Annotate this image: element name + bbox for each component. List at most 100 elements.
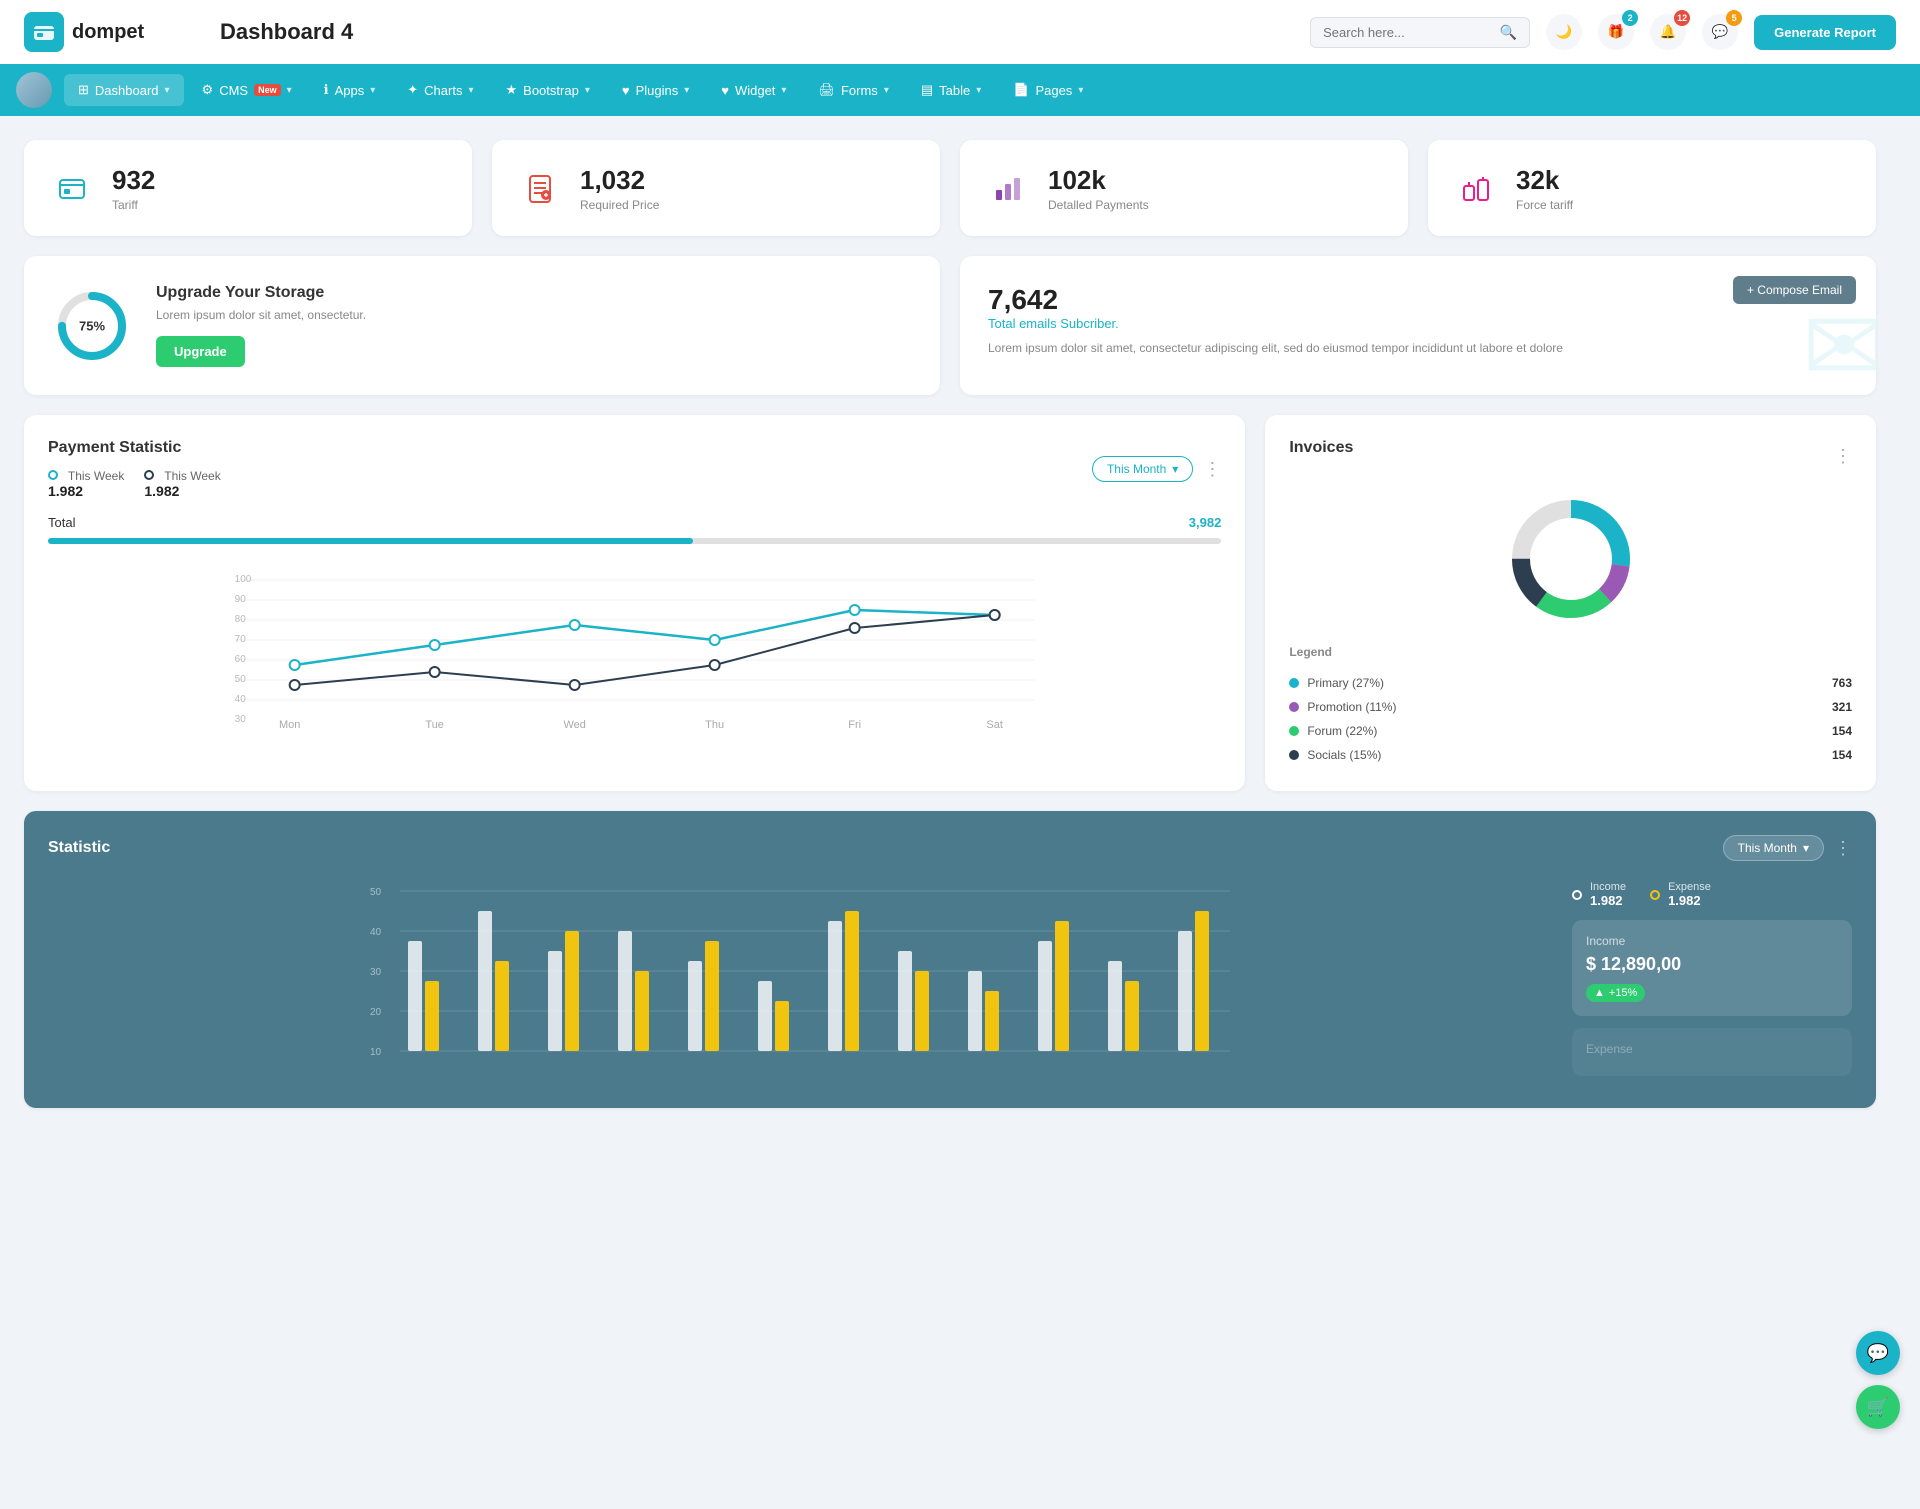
statistic-header: Statistic This Month ▾ ⋮ [48, 835, 1852, 861]
this-month-button[interactable]: This Month ▾ [1092, 456, 1193, 482]
nav-label-bootstrap: Bootstrap [523, 83, 579, 98]
chart-grid: 100 90 80 70 60 50 40 30 [48, 560, 1221, 733]
svg-text:20: 20 [370, 1007, 382, 1018]
action-button[interactable]: 🛒 [1856, 1385, 1900, 1429]
invoice-item-socials: Socials (15%) 154 [1289, 743, 1852, 767]
force-icon [1452, 164, 1500, 212]
svg-text:50: 50 [235, 674, 247, 685]
storage-info: Upgrade Your Storage Lorem ipsum dolor s… [156, 284, 366, 367]
stat-info-payments: 102k Detalled Payments [1048, 165, 1149, 212]
nav-item-dashboard[interactable]: ⊞ Dashboard ▾ [64, 74, 184, 106]
price-number: 1,032 [580, 165, 659, 196]
bell-button[interactable]: 🔔 12 [1650, 14, 1686, 50]
income-item: Income 1.982 [1572, 881, 1626, 908]
generate-report-button[interactable]: Generate Report [1754, 15, 1896, 50]
moon-button[interactable]: 🌙 [1546, 14, 1582, 50]
invoice-item-promotion: Promotion (11%) 321 [1289, 695, 1852, 719]
svg-text:Sat: Sat [986, 719, 1003, 730]
svg-text:10: 10 [370, 1047, 382, 1058]
storage-description: Lorem ipsum dolor sit amet, onsectetur. [156, 308, 366, 322]
gift-button[interactable]: 🎁 2 [1598, 14, 1634, 50]
nav-item-charts[interactable]: ✦ Charts ▾ [393, 74, 487, 106]
primary-label: Primary (27%) [1307, 676, 1384, 690]
stat-cards: 932 Tariff 1,032 Required Price [24, 140, 1876, 236]
invoices-title: Invoices [1289, 439, 1353, 457]
nav-item-pages[interactable]: 📄 Pages ▾ [999, 74, 1097, 106]
invoices-more-icon[interactable]: ⋮ [1834, 446, 1852, 467]
more-options-icon[interactable]: ⋮ [1203, 459, 1221, 480]
chevron-down-icon-10: ▾ [1078, 85, 1083, 96]
storage-donut: 75% [52, 286, 132, 366]
income-expense-row: Income 1.982 Expense 1.982 [1572, 881, 1852, 908]
cms-icon: ⚙ [202, 82, 214, 98]
tariff-icon [48, 164, 96, 212]
invoice-item-forum: Forum (22%) 154 [1289, 719, 1852, 743]
chevron-down-icon-filter: ▾ [1172, 462, 1178, 476]
income-badge: ▲ +15% [1586, 984, 1645, 1002]
email-description: Lorem ipsum dolor sit amet, consectetur … [988, 339, 1848, 357]
logo-text: dompet [72, 21, 144, 44]
nav-item-bootstrap[interactable]: ★ Bootstrap ▾ [492, 74, 604, 106]
statistic-title: Statistic [48, 839, 110, 857]
chevron-down-icon-4: ▾ [468, 85, 473, 96]
payment-header: Payment Statistic This Week 1.982 This W… [48, 439, 1221, 499]
arrow-up-icon: ▲ [1594, 987, 1605, 999]
statistic-body: 50 40 30 20 10 [48, 881, 1852, 1084]
stat-info-price: 1,032 Required Price [580, 165, 659, 212]
statistic-more-icon[interactable]: ⋮ [1834, 838, 1852, 859]
svg-text:Fri: Fri [848, 719, 861, 730]
nav-item-widget[interactable]: ♥ Widget ▾ [707, 75, 800, 106]
chevron-down-icon-2: ▾ [287, 85, 292, 96]
upgrade-button[interactable]: Upgrade [156, 336, 245, 367]
stat-card-payments: 102k Detalled Payments [960, 140, 1408, 236]
email-envelope-icon: ✉ [1802, 288, 1876, 395]
invoice-item-primary: Primary (27%) 763 [1289, 671, 1852, 695]
stat-info-tariff: 932 Tariff [112, 165, 155, 212]
forum-label: Forum (22%) [1307, 724, 1377, 738]
socials-value: 154 [1832, 748, 1852, 762]
legend-label-2: This Week [164, 469, 220, 483]
invoice-legend: Primary (27%) 763 Promotion (11%) 321 Fo… [1289, 671, 1852, 767]
stat-card-price: 1,032 Required Price [492, 140, 940, 236]
total-bar [48, 538, 1221, 544]
nav-label-pages: Pages [1035, 83, 1072, 98]
promotion-dot [1289, 702, 1299, 712]
forms-icon: 🖨 [818, 82, 835, 98]
expense-box: Expense [1572, 1028, 1852, 1076]
invoices-header: Invoices ⋮ [1289, 439, 1852, 473]
nav-item-apps[interactable]: ℹ Apps ▾ [310, 74, 390, 106]
table-icon: ▤ [921, 82, 933, 98]
price-label: Required Price [580, 198, 659, 212]
chevron-down-icon-6: ▾ [684, 85, 689, 96]
nav-item-plugins[interactable]: ♥ Plugins ▾ [608, 75, 703, 106]
svg-text:100: 100 [235, 574, 252, 585]
svg-text:Mon: Mon [279, 719, 300, 730]
force-number: 32k [1516, 165, 1573, 196]
price-icon [516, 164, 564, 212]
legend-title: Legend [1289, 645, 1852, 659]
forum-value: 154 [1832, 724, 1852, 738]
bell-badge: 12 [1674, 10, 1690, 26]
nav-item-cms[interactable]: ⚙ CMS New ▾ [188, 74, 306, 106]
tariff-number: 932 [112, 165, 155, 196]
payment-legends: This Week 1.982 This Week 1.982 [48, 467, 221, 499]
charts-row: Payment Statistic This Week 1.982 This W… [24, 415, 1876, 791]
nav-item-table[interactable]: ▤ Table ▾ [907, 74, 995, 106]
svg-text:90: 90 [235, 594, 247, 605]
nav-item-forms[interactable]: 🖨 Forms ▾ [804, 74, 902, 106]
expense-dot [1650, 890, 1660, 900]
search-bar[interactable]: 🔍 [1310, 17, 1530, 48]
payments-icon [984, 164, 1032, 212]
svg-text:30: 30 [235, 714, 247, 725]
storage-percent: 75% [79, 318, 105, 333]
plugins-icon: ♥ [622, 83, 630, 98]
svg-text:70: 70 [235, 634, 247, 645]
nav-avatar [16, 72, 52, 108]
chat-button[interactable]: 💬 5 [1702, 14, 1738, 50]
svg-text:Wed: Wed [563, 719, 585, 730]
statistic-month-button[interactable]: This Month ▾ [1723, 835, 1824, 861]
payment-title: Payment Statistic This Week 1.982 This W… [48, 439, 221, 499]
search-input[interactable] [1323, 25, 1492, 40]
bootstrap-icon: ★ [506, 82, 518, 98]
support-button[interactable]: 💬 [1856, 1331, 1900, 1375]
